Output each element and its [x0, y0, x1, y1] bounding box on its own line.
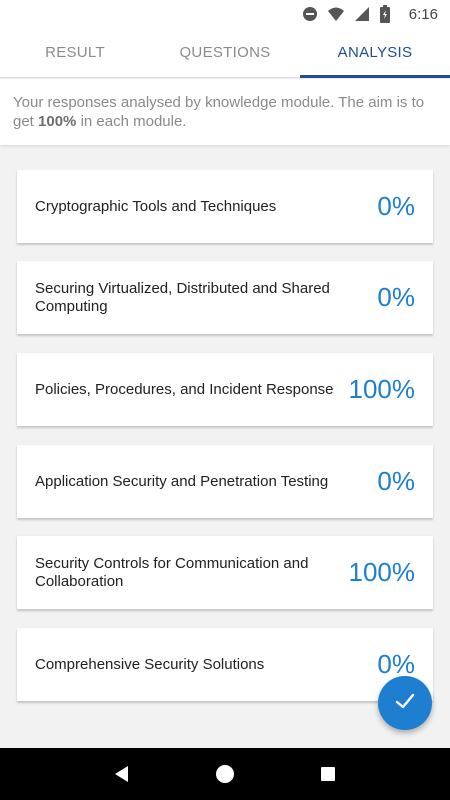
- tab-bar: RESULT QUESTIONS ANALYSIS: [0, 28, 450, 78]
- module-score: 0%: [377, 466, 415, 496]
- module-name: Policies, Procedures, and Incident Respo…: [35, 380, 334, 398]
- back-icon[interactable]: [110, 762, 134, 786]
- module-score: 0%: [377, 191, 415, 221]
- signal-icon: [353, 5, 371, 23]
- module-name: Securing Virtualized, Distributed and Sh…: [35, 279, 330, 315]
- done-fab-button[interactable]: [378, 676, 432, 730]
- module-card[interactable]: Securing Virtualized, Distributed and Sh…: [17, 261, 433, 334]
- module-name: Security Controls for Communication and …: [35, 554, 309, 590]
- module-card[interactable]: Policies, Procedures, and Incident Respo…: [17, 353, 433, 426]
- module-card[interactable]: Comprehensive Security Solutions 0%: [17, 628, 433, 701]
- intro-text: Your responses analysed by knowledge mod…: [0, 79, 450, 145]
- module-score: 0%: [377, 282, 415, 312]
- module-name: Application Security and Penetration Tes…: [35, 472, 329, 490]
- module-name: Cryptographic Tools and Techniques: [35, 197, 277, 215]
- wifi-icon: [327, 5, 345, 23]
- clock: 6:16: [408, 5, 438, 23]
- module-card[interactable]: Cryptographic Tools and Techniques 0%: [17, 170, 433, 243]
- tab-questions[interactable]: QUESTIONS: [150, 28, 300, 77]
- module-card[interactable]: Security Controls for Communication and …: [17, 536, 433, 609]
- status-bar: 6:16: [0, 0, 450, 28]
- module-score: 100%: [348, 374, 416, 404]
- tab-result[interactable]: RESULT: [0, 28, 150, 77]
- module-name: Comprehensive Security Solutions: [35, 655, 265, 673]
- check-icon: [394, 690, 416, 717]
- recents-icon[interactable]: [316, 762, 340, 786]
- module-score: 100%: [348, 557, 416, 587]
- battery-icon: [379, 5, 397, 23]
- module-score: 0%: [377, 649, 415, 679]
- do-not-disturb-icon: [301, 5, 319, 23]
- tab-analysis[interactable]: ANALYSIS: [300, 28, 450, 78]
- navigation-bar: [0, 748, 450, 800]
- module-card[interactable]: Application Security and Penetration Tes…: [17, 445, 433, 518]
- home-icon[interactable]: [213, 762, 237, 786]
- module-list[interactable]: Cryptographic Tools and Techniques 0% Se…: [0, 170, 450, 748]
- intro-text-bold: 100%: [38, 113, 77, 130]
- intro-text-after: in each module.: [76, 113, 187, 130]
